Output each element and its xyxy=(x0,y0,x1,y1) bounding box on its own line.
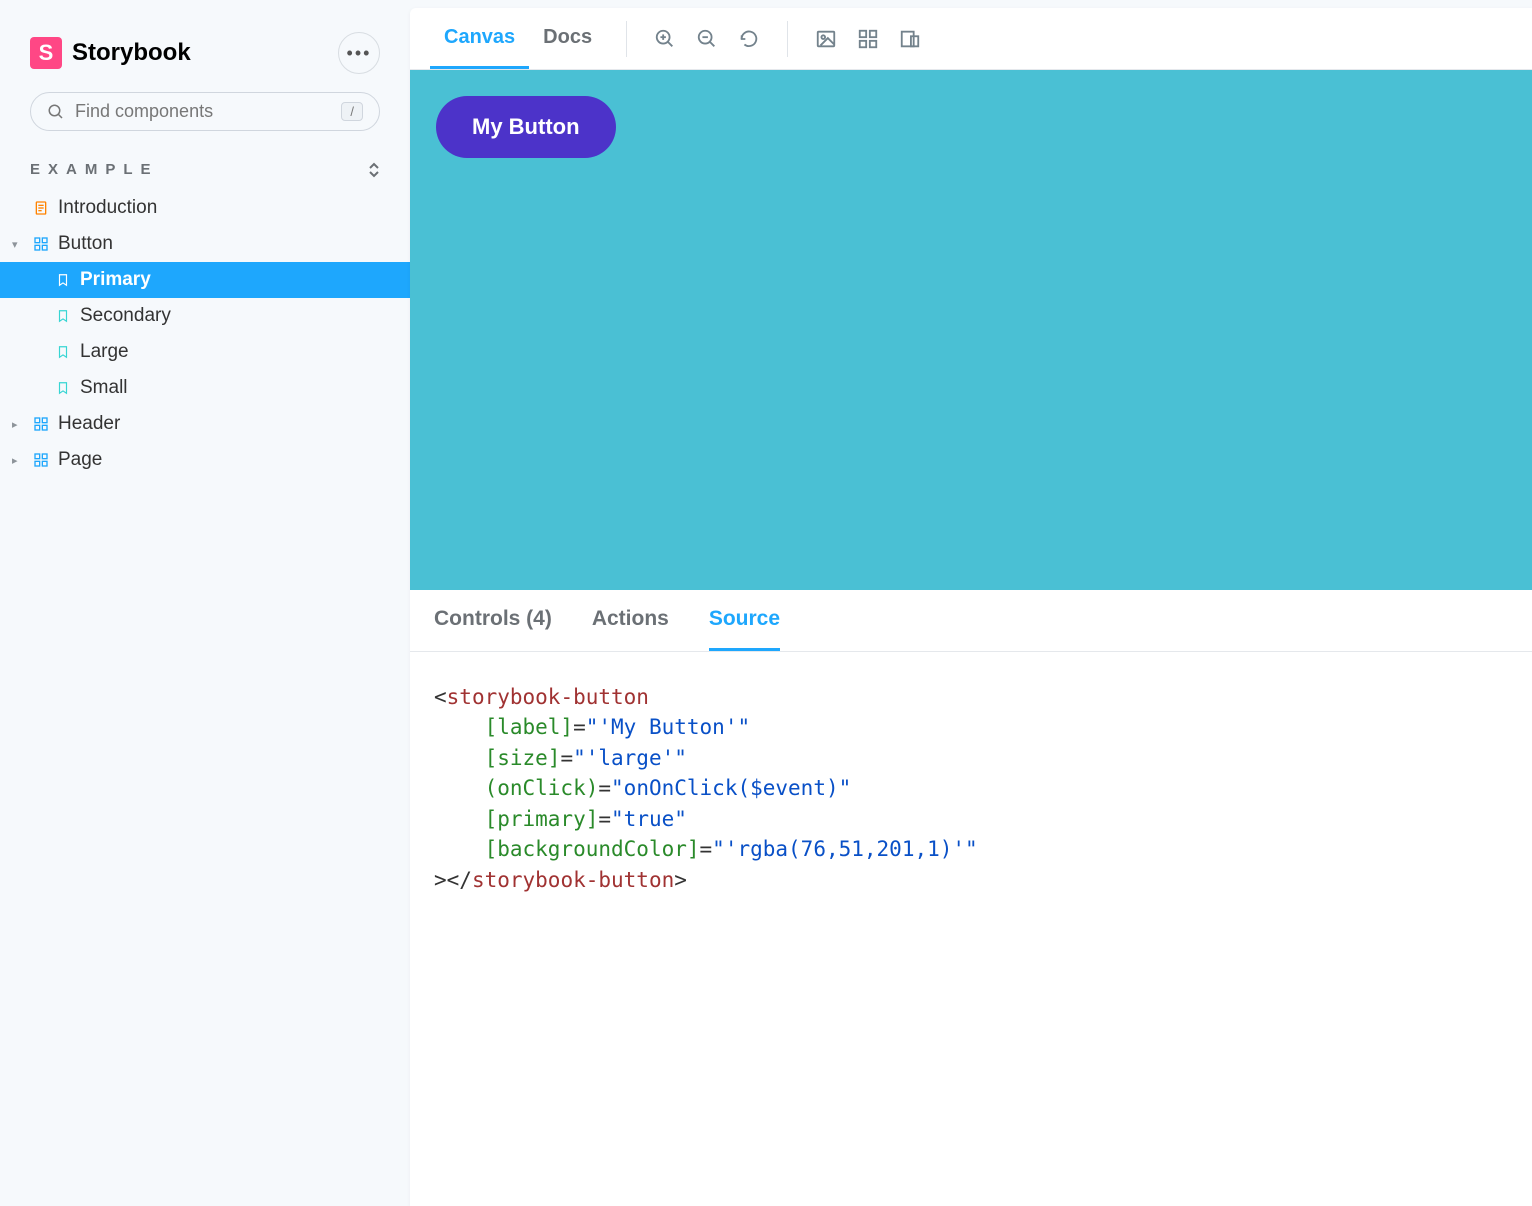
refresh-icon xyxy=(738,28,760,50)
zoom-out-button[interactable] xyxy=(689,21,725,57)
tree-label: Header xyxy=(58,413,120,435)
nav-tree: Introduction ▾ Button Primary Secondary xyxy=(0,190,410,478)
code-text: "'large'" xyxy=(573,746,687,770)
code-text: storybook-button xyxy=(472,868,674,892)
viewport-button[interactable] xyxy=(892,21,928,57)
code-text: "'rgba(76,51,201,1)'" xyxy=(712,837,978,861)
source-code-panel: <storybook-button [label]="'My Button'" … xyxy=(410,652,1532,925)
tree-item-small[interactable]: Small xyxy=(0,370,410,406)
tab-actions[interactable]: Actions xyxy=(592,590,669,651)
tree-item-page[interactable]: ▸ Page xyxy=(0,442,410,478)
image-icon xyxy=(815,28,837,50)
code-text: < xyxy=(434,685,447,709)
search-field[interactable]: / xyxy=(30,92,380,131)
code-text: > xyxy=(674,868,687,892)
code-text: storybook-button xyxy=(447,685,649,709)
story-icon xyxy=(54,307,72,325)
tree-label: Small xyxy=(80,377,128,399)
tree-label: Primary xyxy=(80,269,151,291)
caret-right-icon: ▸ xyxy=(12,418,24,431)
search-input[interactable] xyxy=(75,101,341,122)
document-icon xyxy=(32,199,50,217)
sidebar-header: S Storybook ••• xyxy=(0,20,410,92)
storybook-logo-icon: S xyxy=(30,37,62,69)
search-shortcut-badge: / xyxy=(341,102,363,121)
code-text: "true" xyxy=(611,807,687,831)
view-tabs: Canvas Docs xyxy=(430,8,606,69)
tree-item-header[interactable]: ▸ Header xyxy=(0,406,410,442)
code-text: [primary] xyxy=(485,807,599,831)
zoom-reset-button[interactable] xyxy=(731,21,767,57)
caret-down-icon: ▾ xyxy=(12,238,24,251)
tree-item-large[interactable]: Large xyxy=(0,334,410,370)
section-header[interactable]: EXAMPLE xyxy=(0,151,410,190)
component-icon xyxy=(32,451,50,469)
tree-item-primary[interactable]: Primary xyxy=(0,262,410,298)
tab-docs[interactable]: Docs xyxy=(529,8,606,69)
section-label: EXAMPLE xyxy=(30,161,159,178)
tree-item-button[interactable]: ▾ Button xyxy=(0,226,410,262)
tree-label: Large xyxy=(80,341,129,363)
code-text: [backgroundColor] xyxy=(485,837,700,861)
code-text: ></ xyxy=(434,868,472,892)
tree-label: Page xyxy=(58,449,102,471)
brand: S Storybook xyxy=(30,37,191,69)
preview-my-button[interactable]: My Button xyxy=(436,96,616,158)
ellipsis-icon: ••• xyxy=(347,43,372,64)
sort-icon[interactable] xyxy=(368,162,380,178)
tree-item-secondary[interactable]: Secondary xyxy=(0,298,410,334)
story-icon xyxy=(54,343,72,361)
grid-button[interactable] xyxy=(850,21,886,57)
code-text: [size] xyxy=(485,746,561,770)
zoom-out-icon xyxy=(696,28,718,50)
search-icon xyxy=(47,103,65,121)
tree-label: Secondary xyxy=(80,305,171,327)
story-icon xyxy=(54,271,72,289)
code-text: "'My Button'" xyxy=(586,715,750,739)
canvas-preview: My Button xyxy=(410,70,1532,590)
toolbar: Canvas Docs xyxy=(410,8,1532,70)
code-text: "onOnClick($event)" xyxy=(611,776,851,800)
zoom-in-button[interactable] xyxy=(647,21,683,57)
code-text: (onClick) xyxy=(485,776,599,800)
main-panel: Canvas Docs My Button Controls (4) Actio… xyxy=(410,8,1532,1206)
caret-right-icon: ▸ xyxy=(12,454,24,467)
toolbar-separator xyxy=(626,21,627,57)
addon-tabs: Controls (4) Actions Source xyxy=(410,590,1532,652)
search-container: / xyxy=(0,92,410,151)
component-icon xyxy=(32,235,50,253)
tree-label: Button xyxy=(58,233,113,255)
zoom-in-icon xyxy=(654,28,676,50)
sidebar: S Storybook ••• / EXAMPLE Introduction ▾ xyxy=(0,0,410,1206)
toolbar-separator xyxy=(787,21,788,57)
code-text: [label] xyxy=(485,715,574,739)
menu-button[interactable]: ••• xyxy=(338,32,380,74)
story-icon xyxy=(54,379,72,397)
tree-item-introduction[interactable]: Introduction xyxy=(0,190,410,226)
viewport-icon xyxy=(899,28,921,50)
grid-icon xyxy=(857,28,879,50)
background-button[interactable] xyxy=(808,21,844,57)
tab-controls[interactable]: Controls (4) xyxy=(434,590,552,651)
tab-canvas[interactable]: Canvas xyxy=(430,8,529,69)
tree-label: Introduction xyxy=(58,197,157,219)
tab-source[interactable]: Source xyxy=(709,590,780,651)
brand-title: Storybook xyxy=(72,39,191,67)
component-icon xyxy=(32,415,50,433)
